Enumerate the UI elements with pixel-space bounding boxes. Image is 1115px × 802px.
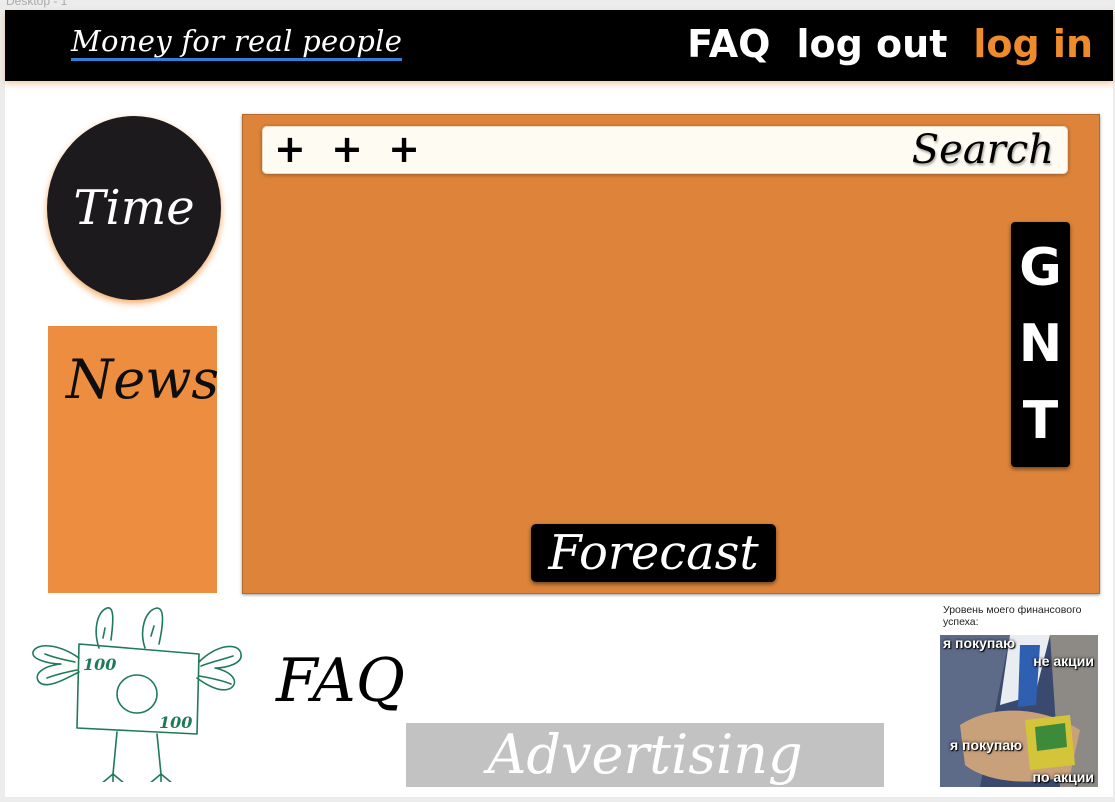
nav-faq-link[interactable]: FAQ [687, 22, 770, 66]
footer-faq-link[interactable]: FAQ [276, 646, 405, 716]
advertising-banner[interactable]: Advertising [406, 723, 884, 787]
nav-logout-link[interactable]: log out [796, 22, 947, 66]
meme-text-4: по акции [1032, 769, 1094, 785]
gnt-n-button[interactable]: N [1019, 316, 1063, 372]
meme-text-3: я покупаю [950, 737, 1023, 753]
brand-title[interactable]: Money for real people [71, 24, 403, 61]
mascot-note-bottom: 100 [159, 713, 192, 732]
main-panel: + + + Search G N T Forecast [242, 114, 1100, 594]
gnt-t-button[interactable]: T [1023, 393, 1058, 449]
main-nav: FAQ log out log in [687, 22, 1093, 66]
meme-image: я покупаю не акции я покупаю по акции [940, 635, 1098, 787]
advertising-label: Advertising [487, 723, 803, 786]
meme-text-2: не акции [1033, 653, 1094, 669]
gnt-g-button[interactable]: G [1019, 240, 1062, 296]
forecast-button[interactable]: Forecast [531, 524, 776, 582]
mascot-note-top: 100 [83, 655, 116, 674]
time-label: Time [73, 180, 195, 236]
nav-login-link[interactable]: log in [973, 22, 1093, 66]
meme-caption: Уровень моего финансового успеха: [943, 604, 1082, 628]
search-button[interactable]: Search [912, 128, 1054, 172]
time-widget[interactable]: Time [47, 116, 221, 300]
page-canvas: Money for real people FAQ log out log in… [5, 10, 1113, 797]
news-label: News [66, 348, 220, 411]
money-mascot-illustration: 100 100 [32, 607, 242, 782]
search-bar[interactable]: + + + Search [262, 126, 1068, 174]
gnt-panel: G N T [1011, 222, 1070, 467]
add-button[interactable]: + + + [274, 129, 426, 169]
frame-label: Desktop - 1 [6, 0, 68, 8]
top-header: Money for real people FAQ log out log in [5, 10, 1113, 81]
forecast-label: Forecast [548, 525, 759, 581]
meme-text-1: я покупаю [943, 635, 1016, 651]
news-panel[interactable]: News [48, 326, 220, 593]
